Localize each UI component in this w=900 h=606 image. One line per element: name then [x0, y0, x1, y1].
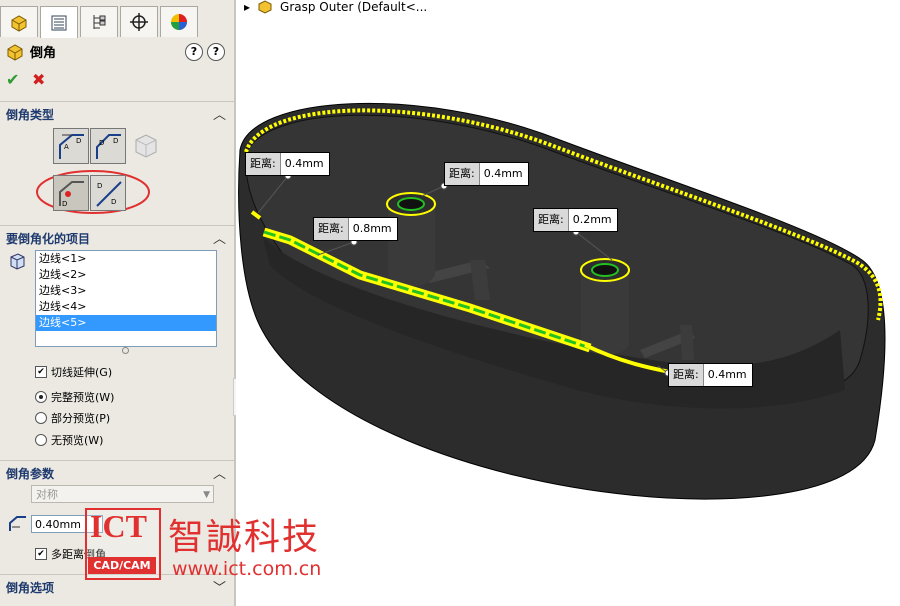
manager-tabs: [0, 6, 234, 38]
dimension-callout[interactable]: 距离: 0.8mm: [313, 217, 398, 241]
tab-feature-manager[interactable]: [0, 6, 38, 37]
offset-face-button[interactable]: D: [53, 175, 89, 211]
list-item[interactable]: 边线<3>: [36, 283, 216, 299]
callout-key: 距离:: [669, 364, 704, 386]
watermark-company-name: 智誠科技: [168, 517, 321, 558]
tab-dimxpert-manager[interactable]: [120, 6, 158, 37]
tab-display-manager[interactable]: [160, 6, 198, 37]
chevron-up-icon: ︿: [212, 232, 226, 247]
boss-left-hole: [397, 197, 425, 211]
callout-value[interactable]: 0.8mm: [349, 218, 397, 240]
callout-value[interactable]: 0.4mm: [480, 163, 528, 185]
chamfer-type-section-header[interactable]: 倒角类型 ︿: [0, 101, 234, 124]
radio-label: 部分预览(P): [51, 412, 111, 425]
svg-text:D: D: [113, 137, 118, 145]
feature-title: 倒角: [30, 46, 57, 61]
tab-property-manager[interactable]: [40, 6, 78, 38]
radio[interactable]: [35, 434, 47, 446]
graphics-area[interactable]: ▸ Grasp Outer (Default<... 距离: 0.4mm 距离:…: [236, 0, 900, 606]
partial-preview-radio[interactable]: 部分预览(P): [35, 410, 110, 426]
edges-listbox[interactable]: 边线<1> 边线<2> 边线<3> 边线<4> 边线<5>: [35, 250, 217, 347]
whats-wrong-help-icon[interactable]: ?: [185, 43, 203, 61]
svg-text:D: D: [97, 182, 102, 190]
help-icon[interactable]: ?: [207, 43, 225, 61]
dimension-callout[interactable]: 距离: 0.4mm: [245, 152, 330, 176]
callout-value[interactable]: 0.4mm: [704, 364, 752, 386]
list-item[interactable]: 边线<4>: [36, 299, 216, 315]
face-face-button[interactable]: DD: [90, 175, 126, 211]
face-face-icon: DD: [96, 181, 122, 207]
section-title: 倒角选项: [6, 581, 55, 595]
svg-text:A: A: [64, 143, 69, 151]
checkbox-label: 切线延伸(G): [51, 366, 113, 379]
watermark-logo-sub: CAD/CAM: [88, 557, 156, 574]
svg-text:D: D: [62, 200, 67, 208]
distance-icon: [9, 516, 26, 531]
angle-distance-button[interactable]: A D: [53, 128, 89, 164]
list-item[interactable]: 边线<1>: [36, 251, 216, 267]
ok-checkmark-icon[interactable]: ✔: [6, 70, 19, 89]
callout-key: 距离:: [445, 163, 480, 185]
checkbox-checked[interactable]: ✔: [35, 548, 47, 560]
chevron-up-icon: ︿: [212, 467, 226, 482]
svg-text:D: D: [76, 137, 81, 145]
distance-distance-icon: DD: [96, 134, 121, 159]
vertex-chamfer-button[interactable]: [133, 132, 159, 160]
watermark-logo-text: ICT: [90, 508, 147, 544]
callout-value[interactable]: 0.2mm: [569, 209, 617, 231]
no-preview-radio[interactable]: 无预览(W): [35, 432, 103, 448]
configuration-icon: [93, 15, 106, 29]
tangent-propagation-checkbox[interactable]: ✔ 切线延伸(G): [35, 364, 112, 380]
feature-header: 倒角: [6, 42, 56, 61]
chamfer-mode-select[interactable]: 对称 ▼: [31, 485, 214, 503]
watermark-url: www.ict.com.cn: [172, 558, 322, 580]
callout-value[interactable]: 0.4mm: [281, 153, 329, 175]
offset-face-icon: D: [59, 181, 84, 208]
list-item-selected[interactable]: 边线<5>: [36, 315, 216, 331]
feature-manager-icon: [11, 15, 27, 32]
chevron-down-icon: ▼: [203, 490, 210, 500]
boss-right: [581, 270, 629, 355]
rib: [680, 325, 694, 360]
boss-right-hole: [591, 263, 619, 277]
vertex-cube-icon: [135, 134, 157, 158]
tab-configuration-manager[interactable]: [80, 6, 118, 37]
select-value: 对称: [36, 488, 58, 501]
chamfer-params-section-header[interactable]: 倒角参数 ︿: [0, 460, 234, 483]
angle-distance-icon: A D: [59, 134, 84, 159]
cancel-x-icon[interactable]: ✖: [32, 70, 45, 89]
full-preview-radio[interactable]: 完整预览(W): [35, 389, 114, 405]
radio-selected[interactable]: [35, 391, 47, 403]
chamfer-feature-icon: [7, 43, 23, 61]
listbox-resize-handle[interactable]: [122, 347, 129, 354]
dimension-callout[interactable]: 距离: 0.4mm: [668, 363, 753, 387]
section-title: 要倒角化的项目: [6, 232, 91, 246]
section-title: 倒角参数: [6, 467, 55, 481]
radio-label: 完整预览(W): [51, 391, 115, 404]
distance-distance-button[interactable]: DD: [90, 128, 126, 164]
radio[interactable]: [35, 412, 47, 424]
checkbox-checked[interactable]: ✔: [35, 366, 47, 378]
dimension-callout[interactable]: 距离: 0.2mm: [533, 208, 618, 232]
callout-key: 距离:: [534, 209, 569, 231]
svg-text:D: D: [99, 139, 104, 147]
dimension-callout[interactable]: 距离: 0.4mm: [444, 162, 529, 186]
part-model[interactable]: [236, 0, 900, 606]
appearance-pie-icon: [171, 14, 187, 30]
callout-key: 距离:: [314, 218, 349, 240]
callout-key: 距离:: [246, 153, 281, 175]
section-title: 倒角类型: [6, 108, 55, 122]
items-to-chamfer-section-header[interactable]: 要倒角化的项目 ︿: [0, 225, 234, 248]
chevron-up-icon: ︿: [212, 108, 226, 123]
property-list-icon: [51, 15, 67, 30]
list-item[interactable]: 边线<2>: [36, 267, 216, 283]
svg-text:D: D: [111, 198, 116, 206]
edge-face-icon: [10, 253, 25, 270]
crosshair-icon: [130, 13, 148, 31]
radio-label: 无预览(W): [51, 434, 104, 447]
